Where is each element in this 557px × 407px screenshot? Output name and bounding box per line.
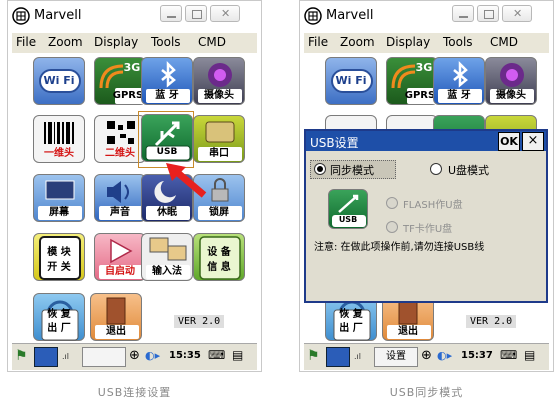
tile-module-switch[interactable]: 模 块 开 关 [33,233,85,281]
tile-1d-scanner[interactable]: 一维头 [33,115,85,163]
tile-sound[interactable]: 声音 [94,174,146,222]
left-device-screen: Marvell ✕ File Zoom Display Tools CMD Wi… [7,0,262,372]
sip-keyboard-icon[interactable]: ⌨ [208,348,225,362]
right-device-screen: Marvell ✕ File Zoom Display Tools CMD Wi… [299,0,554,372]
menu-bar: File Zoom Display Tools CMD [12,33,257,53]
radio-tf-udisk[interactable] [386,221,398,233]
tile-bluetooth[interactable]: 蓝 牙 [433,57,485,105]
title-bar: Marvell ✕ [300,1,553,31]
app-logo-icon [304,7,322,25]
tile-input-method[interactable]: 输入法 [141,233,193,281]
radio-flash-udisk[interactable] [386,197,398,209]
tile-exit[interactable]: 退出 [90,293,142,341]
minimize-button[interactable] [452,5,474,22]
tile-usb[interactable]: USB [141,114,193,162]
menu-display[interactable]: Display [94,35,138,49]
clock-time[interactable]: 15:35 [169,350,201,361]
menu-display[interactable]: Display [386,35,430,49]
maximize-button[interactable] [185,5,207,22]
start-flag-icon[interactable]: ⚑ [15,348,28,364]
tile-wifi[interactable]: Wi Fi [325,57,377,105]
tile-gprs[interactable]: 3G GPRS [94,57,146,105]
caption-right: USB同步模式 [389,386,464,399]
connection-icon[interactable]: ⊕ [129,348,140,363]
tile-bluetooth[interactable]: 蓝 牙 [141,57,193,105]
taskbar-empty-slot[interactable] [82,347,126,367]
tile-camera[interactable]: 摄像头 [193,57,245,105]
pointer-arrow-icon [166,163,207,198]
clock-time[interactable]: 15:37 [461,350,493,361]
windows-icon[interactable]: ▤ [524,348,535,362]
title-bar: Marvell ✕ [8,1,261,31]
caption-left: USB连接设置 [97,386,172,399]
taskbar-active-task[interactable]: 设置 [374,347,418,367]
app-logo-icon [12,7,30,25]
radio-udisk-mode[interactable] [430,163,442,175]
app-title: Marvell [34,8,82,23]
app-title: Marvell [326,8,374,23]
tile-screen[interactable]: 屏幕 [33,174,85,222]
version-label: VER 2.0 [174,315,225,328]
usb-icon [332,194,366,227]
signal-bars-icon: .ıl [62,352,69,361]
label-sync-mode: 同步模式 [330,164,374,177]
tile-serial-port[interactable]: 串口 [193,115,245,163]
windows-icon[interactable]: ▤ [232,348,243,362]
menu-zoom[interactable]: Zoom [340,35,375,49]
taskbar: ⚑ .ıl ⊕ ◐▸ 15:35 ⌨ ▤ [12,343,257,370]
tile-wifi[interactable]: Wi Fi [33,57,85,105]
tile-autostart[interactable]: 自启动 [94,233,146,281]
taskbar: ⚑ .ıl 设置 ⊕ ◐▸ 15:37 ⌨ ▤ [304,343,549,370]
connection-icon[interactable]: ⊕ [421,348,432,363]
dialog-ok-button[interactable]: OK [498,132,520,151]
dialog-title: USB设置 [310,136,359,150]
label-udisk-mode: U盘模式 [448,164,490,177]
label-flash-udisk: FLASH作U盘 [403,200,463,211]
menu-zoom[interactable]: Zoom [48,35,83,49]
start-flag-icon[interactable]: ⚑ [307,348,320,364]
menu-file[interactable]: File [308,35,328,49]
close-button[interactable]: ✕ [502,5,532,22]
dialog-title-bar: USB设置 OK × [306,131,546,151]
signal-bars-icon: .ıl [354,352,361,361]
usb-settings-dialog: USB设置 OK × 同步模式 U盘模式 USB FLASH作U盘 TF卡作U盘… [304,129,548,303]
label-tf-udisk: TF卡作U盘 [403,224,453,235]
tile-device-info[interactable]: 设 备 信 息 [193,233,245,281]
minimize-button[interactable] [160,5,182,22]
close-button[interactable]: ✕ [210,5,240,22]
version-label: VER 2.0 [466,315,517,328]
radio-sync-mode[interactable] [314,163,326,175]
keyboard-device-icon[interactable] [326,347,350,367]
usb-mode-icon: USB [328,189,368,229]
maximize-button[interactable] [477,5,499,22]
dialog-close-button[interactable]: × [522,132,544,151]
dialog-note: 注意: 在做此项操作前,请勿连接USB线 [314,242,485,253]
tile-gprs[interactable]: 3G GPRS [386,57,438,105]
menu-tools[interactable]: Tools [151,35,181,49]
menu-cmd[interactable]: CMD [198,35,226,49]
sip-keyboard-icon[interactable]: ⌨ [500,348,517,362]
keyboard-device-icon[interactable] [34,347,58,367]
menu-cmd[interactable]: CMD [490,35,518,49]
desktop-area: Wi Fi 3G GPRS 蓝 牙 摄像头 [12,53,257,341]
volume-icon[interactable]: ◐▸ [145,349,160,362]
menu-bar: File Zoom Display Tools CMD [304,33,549,53]
tile-factory-reset[interactable]: 恢 复 出 厂 [33,293,85,341]
menu-file[interactable]: File [16,35,36,49]
volume-icon[interactable]: ◐▸ [437,349,452,362]
menu-tools[interactable]: Tools [443,35,473,49]
tile-camera[interactable]: 摄像头 [485,57,537,105]
